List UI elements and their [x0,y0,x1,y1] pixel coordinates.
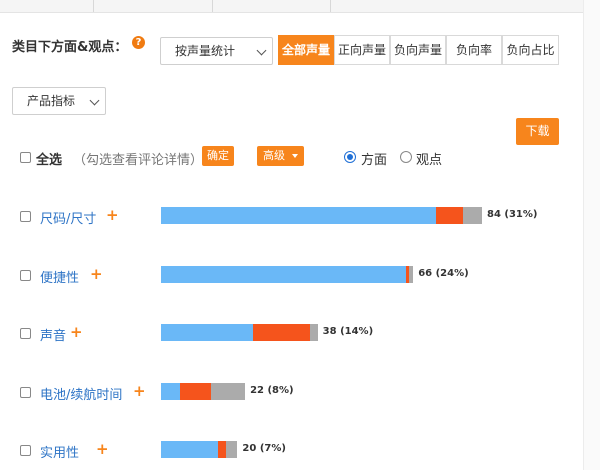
top-tab-1[interactable] [0,0,94,12]
plus-icon[interactable]: + [96,440,109,458]
bar-segment-negative[interactable] [180,383,211,400]
tab-negative-share[interactable]: 负向占比 [502,35,559,65]
bar-segment-neutral[interactable] [310,324,318,341]
tab-negative-rate[interactable]: 负向率 [446,35,502,65]
hint-text: （勾选查看评论详情） [73,153,204,168]
row-label[interactable]: 便捷性 [40,267,79,286]
plus-icon[interactable]: + [90,265,103,283]
select-all-checkbox[interactable] [20,152,31,163]
stat-mode-select-value: 按声量统计 [175,44,236,58]
radio-opinion-label: 观点 [416,153,443,168]
tab-negative-volume[interactable]: 负向声量 [390,35,446,65]
bar-segment-neutral[interactable] [210,383,246,400]
bar-segment-positive[interactable] [161,383,181,400]
bar-segment-positive[interactable] [161,324,253,341]
stat-mode-select[interactable]: 按声量统计 [160,37,273,65]
plus-icon[interactable]: + [133,382,146,400]
metric-select[interactable]: 产品指标 [12,87,106,115]
row-checkbox[interactable] [20,387,31,398]
confirm-button[interactable]: 确定 [202,146,234,166]
bar-segment-negative[interactable] [436,207,463,224]
row-label[interactable]: 声音 [40,325,66,344]
row-label[interactable]: 实用性 [40,442,79,461]
tab-all-volume[interactable]: 全部声量 [278,35,334,65]
top-tab-3[interactable] [212,0,331,12]
advanced-button[interactable]: 高级 [257,146,304,166]
bar-segment-positive[interactable] [161,441,219,458]
bar-segment-positive[interactable] [161,266,406,283]
caret-down-icon [292,154,298,158]
bar-value-label: 20 (7%) [242,443,286,454]
radio-aspect-label: 方面 [361,153,388,168]
bar-segment-positive[interactable] [161,207,437,224]
plus-icon[interactable]: + [70,323,83,341]
section-heading: 类目下方面&观点： [12,40,128,55]
bar-segment-negative[interactable] [252,324,311,341]
download-button[interactable]: 下载 [516,118,559,145]
row-checkbox[interactable] [20,328,31,339]
bar-value-label: 84 (31%) [487,209,538,220]
bar-value-label: 38 (14%) [322,326,374,337]
help-icon[interactable]: ? [132,36,145,49]
plus-icon[interactable]: + [106,206,119,224]
top-tab-2[interactable] [93,0,213,12]
radio-aspect[interactable] [344,151,356,163]
bar-value-label: 66 (24%) [418,268,469,279]
chevron-down-icon [89,95,100,106]
bar-segment-neutral[interactable] [409,266,414,283]
metric-select-value: 产品指标 [27,94,76,108]
chevron-down-icon [256,45,267,56]
bar-segment-neutral[interactable] [462,207,482,224]
bar-segment-neutral[interactable] [225,441,238,458]
row-checkbox[interactable] [20,211,31,222]
bar-value-label: 22 (8%) [250,385,294,396]
row-label[interactable]: 尺码/尺寸 [40,208,96,227]
radio-opinion[interactable] [400,151,412,163]
bar-segment-negative[interactable] [218,441,226,458]
row-checkbox[interactable] [20,270,31,281]
top-tab-strip [0,0,584,13]
tab-positive-volume[interactable]: 正向声量 [334,35,390,65]
select-all-label: 全选 [36,153,63,168]
row-label[interactable]: 电池/续航时间 [40,384,122,403]
row-checkbox[interactable] [20,445,31,456]
scrollbar-track[interactable] [583,0,600,470]
advanced-button-label: 高级 [263,149,285,162]
